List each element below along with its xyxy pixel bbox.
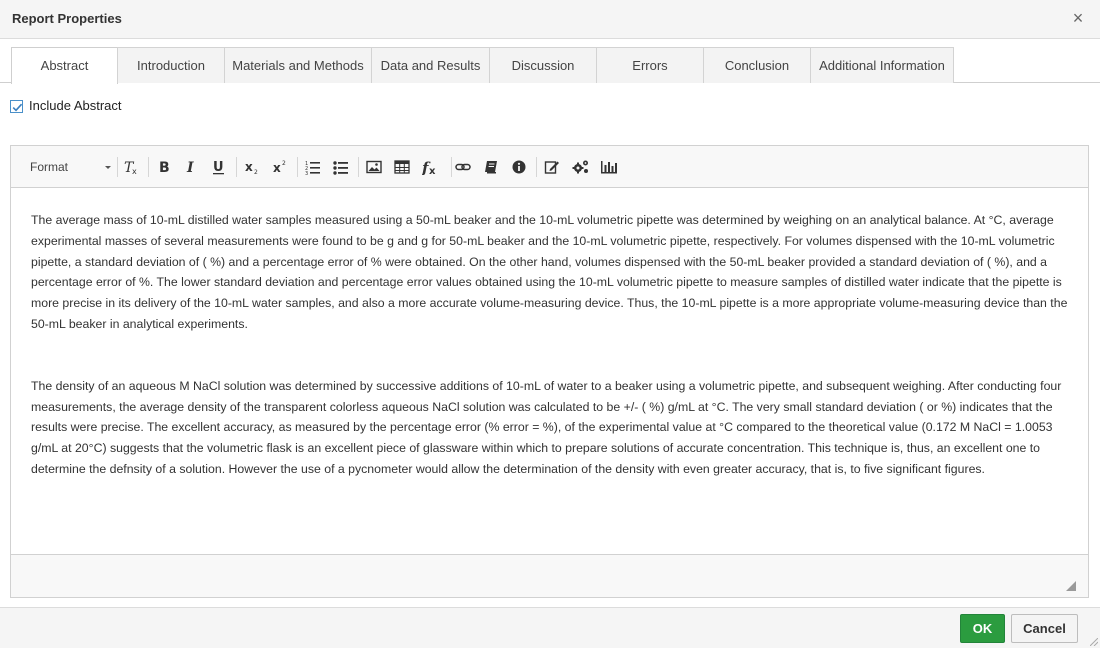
ok-button[interactable]: OK [960,614,1005,643]
underline-icon: U [213,160,224,175]
format-dropdown-label: Format [30,160,69,174]
bulleted-list-button[interactable] [329,156,353,178]
tab-additional-information[interactable]: Additional Information [810,47,954,83]
tab-errors[interactable]: Errors [596,47,704,83]
svg-text:I: I [186,160,194,175]
tab-materials-and-methods[interactable]: Materials and Methods [224,47,372,83]
dialog-footer: OK Cancel [0,607,1100,648]
underline-button[interactable]: U [207,156,231,178]
settings-button[interactable] [568,156,592,178]
numbered-list-icon: 1 2 3 [305,161,320,175]
svg-text:2: 2 [282,160,286,167]
include-abstract-label: Include Abstract [29,98,122,113]
book-icon [485,161,497,174]
tab-discussion[interactable]: Discussion [489,47,597,83]
insert-table-button[interactable] [390,156,414,178]
chevron-down-icon [105,166,111,169]
remove-format-icon: T x [124,160,137,175]
tab-abstract[interactable]: Abstract [11,47,118,84]
info-button[interactable] [507,156,531,178]
toolbar-separator [536,157,537,177]
info-icon [512,160,526,174]
edit-icon [544,161,559,174]
toolbar-separator [236,157,237,177]
bold-button[interactable]: B [152,156,176,178]
bold-icon: B [159,160,170,175]
editor-content[interactable]: The average mass of 10-mL distilled wate… [11,189,1088,554]
svg-text:U: U [213,160,224,175]
book-button[interactable] [479,156,503,178]
subscript-icon: x 2 [245,160,258,175]
edit-button[interactable] [540,156,564,178]
insert-link-button[interactable] [451,156,475,178]
formula-icon: f x [422,159,436,175]
checkmark-icon [12,103,23,112]
dialog-title: Report Properties [12,11,122,26]
numbered-list-button[interactable]: 1 2 3 [301,156,325,178]
link-icon [455,163,471,171]
svg-text:x: x [132,167,137,175]
toolbar-separator [297,157,298,177]
toolbar-separator [358,157,359,177]
dialog-titlebar: Report Properties × [0,0,1100,39]
settings-icon [572,160,588,174]
close-icon: × [1072,8,1084,28]
tab-data-and-results[interactable]: Data and Results [371,47,490,83]
svg-text:2: 2 [254,169,258,175]
report-properties-dialog: Report Properties × Abstract Introductio… [0,0,1100,648]
toolbar-separator [117,157,118,177]
superscript-button[interactable]: x 2 [268,156,292,178]
svg-text:x: x [429,166,436,175]
svg-text:x: x [273,161,281,175]
insert-image-button[interactable] [362,156,386,178]
chart-button[interactable] [596,156,620,178]
remove-format-button[interactable]: T x [119,156,143,178]
superscript-icon: x 2 [273,160,286,175]
tab-bar: Abstract Introduction Materials and Meth… [0,47,1100,84]
abstract-paragraph: The average mass of 10-mL distilled wate… [31,213,1068,331]
svg-text:3: 3 [305,171,308,175]
resize-grip-icon[interactable] [1066,581,1076,591]
table-icon [394,160,410,174]
bulleted-list-icon [333,161,348,175]
image-icon [366,160,382,174]
editor-statusbar [11,554,1088,597]
abstract-paragraph: The density of an aqueous M NaCl solutio… [31,378,1062,476]
editor-toolbar: Format T x B I U x 2 x 2 1 2 3 f x [11,146,1088,188]
subscript-button[interactable]: x 2 [240,156,264,178]
insert-formula-button[interactable]: f x [418,156,442,178]
cancel-button[interactable]: Cancel [1011,614,1078,643]
svg-text:B: B [159,160,170,175]
svg-text:x: x [245,160,253,174]
italic-button[interactable]: I [179,156,203,178]
dialog-resize-grip-icon[interactable] [1090,638,1098,646]
format-dropdown[interactable]: Format [21,157,113,177]
chart-icon [601,161,617,174]
include-abstract-checkbox[interactable] [10,100,23,113]
tab-conclusion[interactable]: Conclusion [703,47,811,83]
italic-icon: I [186,160,194,175]
tab-introduction[interactable]: Introduction [117,47,225,83]
close-button[interactable]: × [1070,9,1086,27]
toolbar-separator [148,157,149,177]
rich-text-editor: Format T x B I U x 2 x 2 1 2 3 f x The a… [10,145,1089,598]
